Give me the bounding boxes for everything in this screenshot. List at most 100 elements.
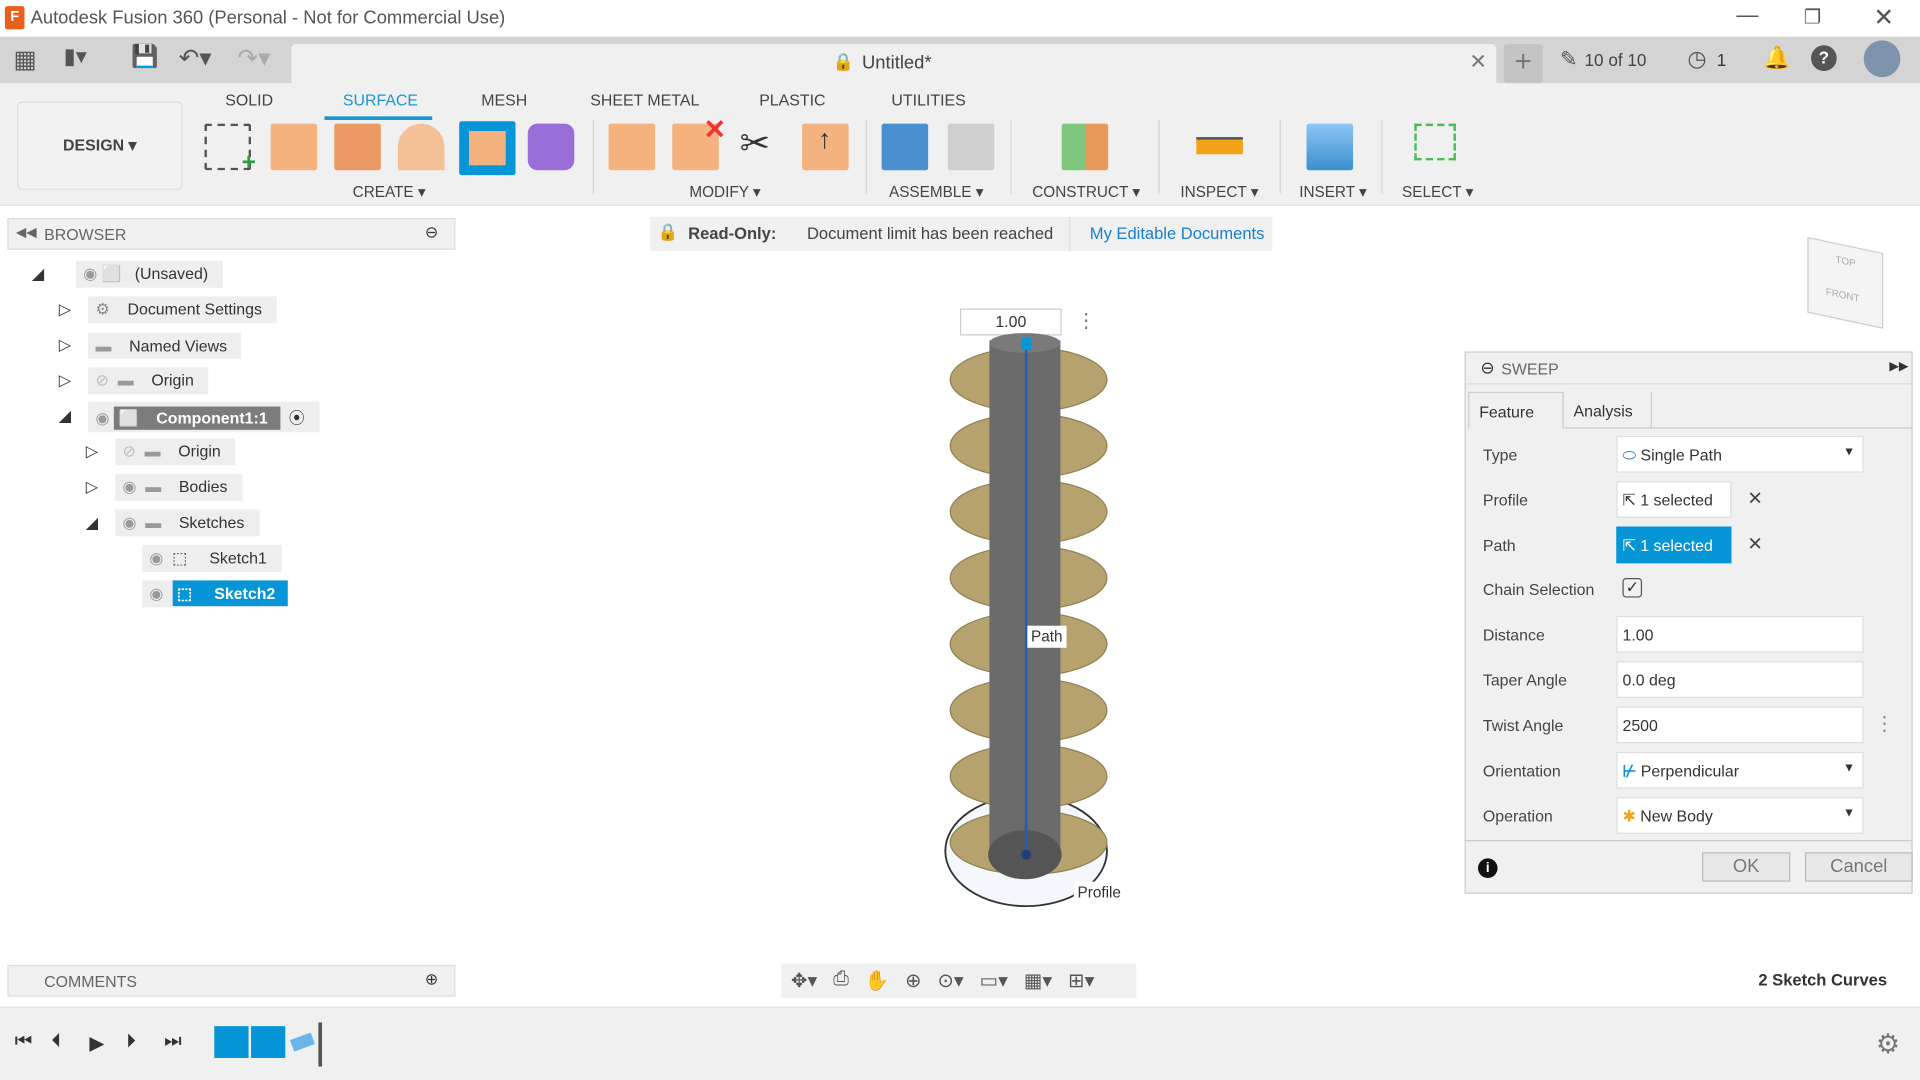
collapsed-arrow-icon[interactable]: ▷: [59, 300, 88, 320]
view-cube[interactable]: TOP FRONT: [1807, 237, 1883, 329]
clear-profile-icon[interactable]: ✕: [1747, 487, 1762, 509]
add-comment-icon[interactable]: ⊕: [425, 970, 438, 990]
ok-button[interactable]: OK: [1702, 852, 1790, 881]
eye-icon[interactable]: ◉: [149, 584, 163, 602]
my-editable-documents-link[interactable]: My Editable Documents: [1090, 224, 1265, 242]
thicken-icon[interactable]: ↑: [802, 124, 849, 171]
construct-plane-icon[interactable]: [1062, 124, 1109, 171]
group-modify[interactable]: MODIFY ▾: [689, 182, 760, 200]
extrude-icon[interactable]: [334, 124, 381, 171]
extend-icon[interactable]: [609, 124, 656, 171]
expanded-arrow-icon[interactable]: ◢: [32, 264, 76, 284]
new-tab-button[interactable]: +: [1504, 44, 1543, 83]
joint-icon[interactable]: [948, 124, 995, 171]
twist-angle-input[interactable]: 2500: [1616, 707, 1863, 744]
path-selection[interactable]: ⇱ 1 selected: [1616, 527, 1731, 564]
collapse-dialog-icon[interactable]: ⊖: [1480, 358, 1494, 379]
new-component-icon[interactable]: [882, 124, 929, 171]
revolve-icon[interactable]: [398, 124, 445, 171]
collapsed-arrow-icon[interactable]: ▷: [59, 371, 88, 391]
tree-item-component[interactable]: ◢◉ ⬜ Component1:1 ⦿: [59, 402, 456, 431]
undo-icon[interactable]: ↶▾: [179, 43, 212, 74]
measure-icon[interactable]: [1196, 137, 1243, 154]
expand-dialog-icon[interactable]: ▶▶: [1889, 360, 1908, 373]
tab-feature[interactable]: Feature: [1468, 392, 1564, 429]
tree-item-unsaved[interactable]: ◢◉ ⬜ (Unsaved): [32, 260, 456, 289]
document-tab[interactable]: 🔒 Untitled* ✕: [291, 44, 1496, 83]
select-window-icon[interactable]: [1414, 124, 1456, 161]
tree-item-origin[interactable]: ▷⊘ ▬ Origin: [86, 437, 456, 466]
activate-radio-icon[interactable]: ⦿: [289, 408, 305, 426]
minimize-button[interactable]: —: [1736, 2, 1758, 28]
display-settings-icon[interactable]: ▭▾: [980, 969, 1008, 993]
operation-dropdown[interactable]: ✱ New Body▼: [1616, 797, 1863, 834]
eye-hidden-icon[interactable]: ⊘: [96, 371, 109, 389]
expanded-arrow-icon[interactable]: ◢: [59, 407, 88, 427]
notification-bell-icon[interactable]: 🔔: [1763, 45, 1790, 71]
document-count[interactable]: 10 of 10: [1585, 50, 1647, 70]
eye-icon[interactable]: ◉: [149, 549, 163, 567]
timeline-marker[interactable]: [318, 1022, 322, 1066]
close-window-button[interactable]: ✕: [1873, 2, 1894, 33]
group-assemble[interactable]: ASSEMBLE ▾: [889, 182, 983, 200]
taper-angle-input[interactable]: 0.0 deg: [1616, 661, 1863, 698]
fit-icon[interactable]: ⊙▾: [937, 969, 963, 993]
tab-analysis[interactable]: Analysis: [1566, 392, 1652, 429]
helical-sweep-model[interactable]: [931, 331, 1127, 919]
comments-header[interactable]: COMMENTS ⊕: [7, 965, 455, 997]
zoom-icon[interactable]: ⊕: [905, 969, 921, 993]
chain-selection-checkbox[interactable]: ✓: [1622, 578, 1642, 598]
tab-plastic[interactable]: PLASTIC: [759, 91, 825, 109]
expanded-arrow-icon[interactable]: ◢: [86, 513, 115, 533]
user-avatar[interactable]: [1864, 40, 1901, 77]
delete-face-icon[interactable]: ✕: [672, 124, 719, 171]
tab-mesh[interactable]: MESH: [481, 91, 527, 109]
more-options-icon[interactable]: ⋮: [1875, 711, 1895, 735]
orientation-dropdown[interactable]: ⊬ Perpendicular▼: [1616, 752, 1863, 789]
loft-icon[interactable]: [528, 124, 575, 171]
tab-solid[interactable]: SOLID: [225, 91, 273, 109]
grid-icon[interactable]: ▦▾: [1024, 969, 1052, 993]
step-forward-icon[interactable]: ⏵: [126, 1031, 136, 1053]
file-menu-icon[interactable]: ▮▾: [64, 44, 87, 70]
create-sketch-icon[interactable]: +: [204, 124, 251, 171]
eye-icon[interactable]: ◉: [122, 513, 136, 531]
clear-path-icon[interactable]: ✕: [1747, 533, 1762, 555]
group-inspect[interactable]: INSPECT ▾: [1180, 182, 1258, 200]
profile-selection[interactable]: ⇱ 1 selected: [1616, 481, 1731, 518]
viewports-icon[interactable]: ⊞▾: [1068, 969, 1094, 993]
play-icon[interactable]: ▶: [89, 1031, 104, 1055]
collapse-browser-icon[interactable]: ◀◀: [16, 224, 37, 240]
help-icon[interactable]: ?: [1811, 45, 1837, 71]
tree-item-bodies[interactable]: ▷◉ ▬ Bodies: [86, 473, 456, 502]
collapsed-arrow-icon[interactable]: ▷: [59, 336, 88, 356]
group-select[interactable]: SELECT ▾: [1402, 182, 1473, 200]
tree-item-sketches[interactable]: ◢◉ ▬ Sketches: [86, 508, 456, 537]
go-to-start-icon[interactable]: ⏮: [15, 1031, 33, 1053]
sweep-icon[interactable]: [459, 121, 515, 175]
patch-icon[interactable]: [271, 124, 318, 171]
viewcube-top[interactable]: TOP: [1836, 254, 1856, 269]
tree-item-sketch1[interactable]: ◉ ⬚ Sketch1: [142, 544, 455, 573]
type-dropdown[interactable]: ⬭ Single Path▼: [1616, 436, 1863, 473]
cancel-button[interactable]: Cancel: [1805, 852, 1913, 881]
tree-item-sketch2[interactable]: ◉ ⬚ Sketch2: [142, 579, 455, 608]
insert-image-icon[interactable]: [1307, 124, 1354, 171]
tree-item-named-views[interactable]: ▷▬ Named Views: [59, 331, 456, 360]
trim-scissors-icon[interactable]: ✂: [740, 122, 771, 165]
eye-hidden-icon[interactable]: ⊘: [122, 442, 135, 460]
step-back-icon[interactable]: ⏴: [51, 1031, 61, 1053]
workspace-switcher[interactable]: DESIGN ▾: [17, 102, 182, 190]
more-options-icon[interactable]: ⋮: [1076, 309, 1096, 333]
save-icon[interactable]: 💾: [131, 44, 158, 70]
dialog-header[interactable]: ⊖ SWEEP ▶▶: [1466, 353, 1912, 385]
group-insert[interactable]: INSERT ▾: [1299, 182, 1367, 200]
close-tab-icon[interactable]: ✕: [1469, 50, 1486, 74]
redo-icon[interactable]: ↷▾: [238, 43, 271, 74]
group-construct[interactable]: CONSTRUCT ▾: [1032, 182, 1140, 200]
eye-icon[interactable]: ◉: [96, 408, 110, 426]
timeline-sketch2[interactable]: [251, 1026, 285, 1058]
collapsed-arrow-icon[interactable]: ▷: [86, 442, 115, 462]
look-at-icon[interactable]: ⎙: [833, 969, 849, 993]
tab-utilities[interactable]: UTILITIES: [891, 91, 965, 109]
